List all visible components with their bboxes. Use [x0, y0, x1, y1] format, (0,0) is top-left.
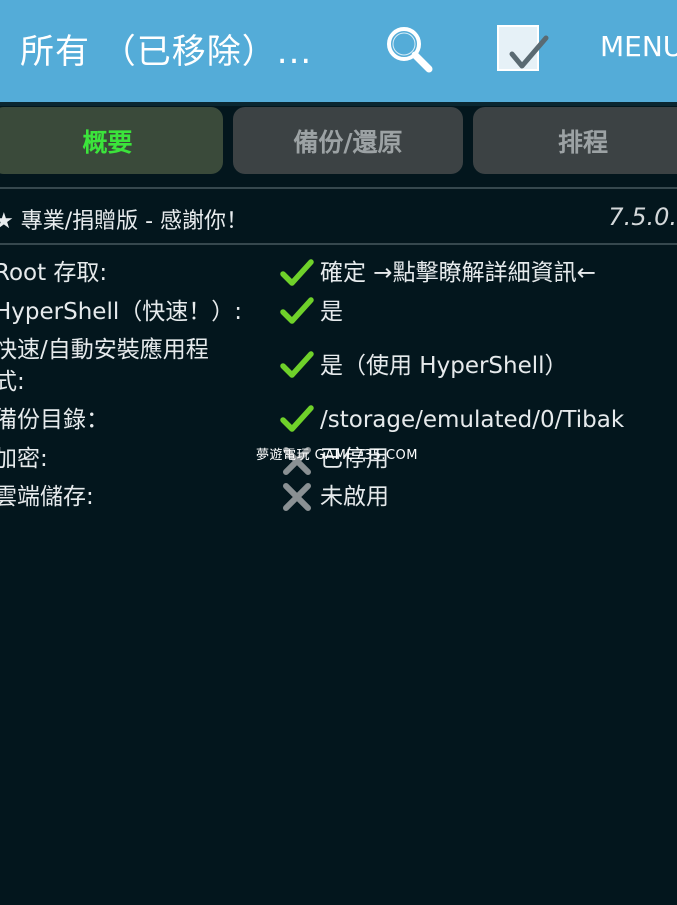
header-shadow: [0, 102, 677, 106]
hypershell-label: HyperShell（快速！）:: [0, 299, 242, 325]
auto-install-value: 是（使用 HyperShell）: [320, 353, 568, 379]
backup-dir-label: 備份目錄：: [0, 407, 109, 433]
check-icon: [280, 297, 314, 324]
pro-label: ★ 專業/捐贈版 - 感謝你！: [0, 209, 249, 234]
version-number: 7.5.0.: [608, 203, 677, 231]
encryption-label: 加密:: [0, 446, 48, 472]
tab-backup-restore[interactable]: 備份/還原: [233, 107, 463, 174]
menu-button[interactable]: MENU: [600, 30, 677, 63]
divider: [0, 187, 677, 189]
cloud-storage-label: 雲端儲存:: [0, 484, 94, 510]
check-icon: [280, 405, 314, 432]
checklist-icon: [497, 25, 549, 71]
root-access-label: Root 存取:: [0, 260, 108, 286]
pro-version-row: ★ 專業/捐贈版 - 感謝你！ 7.5.0.: [0, 197, 677, 237]
hypershell-value: 是: [320, 299, 343, 325]
cross-icon: [283, 483, 311, 511]
check-icon: [280, 259, 314, 286]
search-button[interactable]: [380, 22, 436, 78]
tab-schedule[interactable]: 排程: [473, 107, 677, 174]
app-filter-title[interactable]: 所有 （已移除）...: [20, 24, 312, 73]
auto-install-label: 快速/自動安裝應用程: [0, 337, 209, 363]
backup-dir-value: /storage/emulated/0/Tibak: [320, 407, 625, 433]
tab-overview[interactable]: 概要: [0, 107, 223, 174]
search-icon: [387, 27, 433, 73]
divider: [0, 243, 677, 245]
auto-install-label-cont: 式:: [0, 369, 25, 395]
watermark: 夢遊電玩 GAME735.COM: [256, 448, 419, 463]
check-icon: [280, 351, 314, 378]
root-access-value-link[interactable]: 確定 →點擊瞭解詳細資訊←: [320, 258, 596, 288]
action-bar: 所有 （已移除）... MENU: [0, 0, 677, 102]
batch-select-button[interactable]: [492, 20, 552, 80]
cloud-storage-value: 未啟用: [320, 484, 389, 510]
